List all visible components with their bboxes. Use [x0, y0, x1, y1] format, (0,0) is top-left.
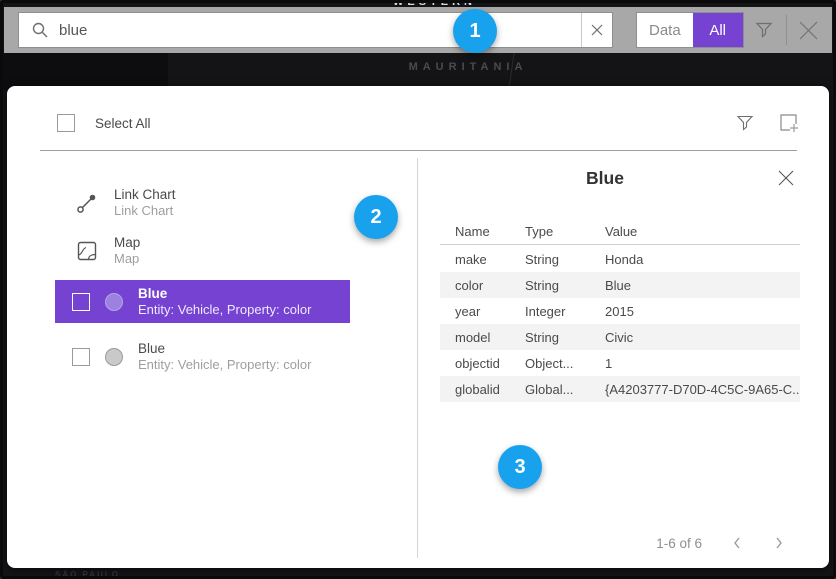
result-title: Blue [138, 341, 311, 357]
callout-2: 2 [354, 195, 398, 239]
result-subtitle: Map [114, 251, 140, 267]
table-row: objectid Object... 1 [440, 350, 800, 376]
callout-3: 3 [498, 445, 542, 489]
toolbar-divider [786, 15, 787, 45]
attribute-table: Name Type Value make String Honda color … [440, 220, 800, 402]
cell-value: Civic [605, 330, 800, 345]
search-input[interactable] [57, 21, 581, 40]
select-all-checkbox[interactable] [57, 114, 75, 132]
result-title: Link Chart [114, 187, 176, 203]
table-row: globalid Global... {A4203777-D70D-4C5C-9… [440, 376, 800, 402]
search-box[interactable] [18, 12, 613, 48]
detail-title: Blue [440, 168, 770, 189]
col-type: Type [525, 224, 605, 239]
cell-value: {A4203777-D70D-4C5C-9A65-C... [605, 382, 800, 397]
toggle-all[interactable]: All [693, 13, 743, 47]
result-checkbox[interactable] [72, 348, 90, 366]
close-search-icon[interactable] [797, 19, 820, 47]
table-row: color String Blue [440, 272, 800, 298]
result-item-blue-selected[interactable]: Blue Entity: Vehicle, Property: color [55, 280, 350, 323]
filter-icon[interactable] [755, 21, 773, 44]
cell-type: String [525, 278, 605, 293]
entity-dot-icon [105, 348, 123, 366]
cell-name: model [455, 330, 525, 345]
table-row: model String Civic [440, 324, 800, 350]
select-all-row: Select All [57, 114, 151, 132]
map-label-mauritania: MAURITANIA [353, 61, 583, 73]
cell-type: Integer [525, 304, 605, 319]
select-all-label: Select All [95, 116, 151, 131]
cell-type: String [525, 252, 605, 267]
result-subtitle: Entity: Vehicle, Property: color [138, 302, 311, 318]
cell-name: year [455, 304, 525, 319]
toggle-data[interactable]: Data [637, 13, 693, 47]
entity-dot-icon [105, 293, 123, 311]
table-header-divider [440, 244, 800, 245]
search-results-panel: Select All Link Chart Link Chart [7, 86, 829, 568]
scope-toggle: Data All [636, 12, 744, 48]
result-item-map[interactable]: Map Map [76, 229, 140, 273]
cell-type: Object... [525, 356, 605, 371]
pagination: 1-6 of 6 [440, 534, 800, 552]
table-row: year Integer 2015 [440, 298, 800, 324]
col-value: Value [605, 224, 800, 239]
result-title: Blue [138, 286, 311, 302]
col-name: Name [455, 224, 525, 239]
cell-type: Global... [525, 382, 605, 397]
link-chart-icon [76, 192, 98, 214]
cell-name: globalid [455, 382, 525, 397]
map-label-bottom: SÃO PAULO [55, 570, 120, 579]
panel-divider [417, 158, 418, 558]
table-row: make String Honda [440, 246, 800, 272]
result-title: Map [114, 235, 140, 251]
clear-search-button[interactable] [581, 13, 612, 47]
cell-value: Blue [605, 278, 800, 293]
cell-value: 1 [605, 356, 800, 371]
cell-type: String [525, 330, 605, 345]
result-checkbox[interactable] [72, 293, 90, 311]
header-divider [40, 150, 797, 151]
search-toolbar: Data All [4, 7, 832, 53]
table-header: Name Type Value [440, 220, 800, 243]
prev-page-icon[interactable] [730, 534, 744, 552]
result-subtitle: Link Chart [114, 203, 176, 219]
pagination-range: 1-6 of 6 [656, 536, 702, 551]
cell-value: Honda [605, 252, 800, 267]
result-subtitle: Entity: Vehicle, Property: color [138, 357, 311, 373]
cell-name: make [455, 252, 525, 267]
callout-1: 1 [453, 9, 497, 53]
app-window: WESTERN MAURITANIA SÃO PAULO Data All [0, 0, 836, 579]
search-icon [19, 21, 57, 39]
map-icon [76, 240, 98, 262]
results-header-actions [736, 112, 799, 133]
cell-name: color [455, 278, 525, 293]
map-landmass [3, 50, 168, 90]
add-to-selection-icon[interactable] [778, 112, 799, 133]
result-item-blue[interactable]: Blue Entity: Vehicle, Property: color [55, 335, 350, 378]
result-item-link-chart[interactable]: Link Chart Link Chart [76, 181, 176, 225]
cell-name: objectid [455, 356, 525, 371]
cell-value: 2015 [605, 304, 800, 319]
next-page-icon[interactable] [772, 534, 786, 552]
detail-close-icon[interactable] [777, 169, 795, 192]
results-filter-icon[interactable] [736, 114, 754, 132]
